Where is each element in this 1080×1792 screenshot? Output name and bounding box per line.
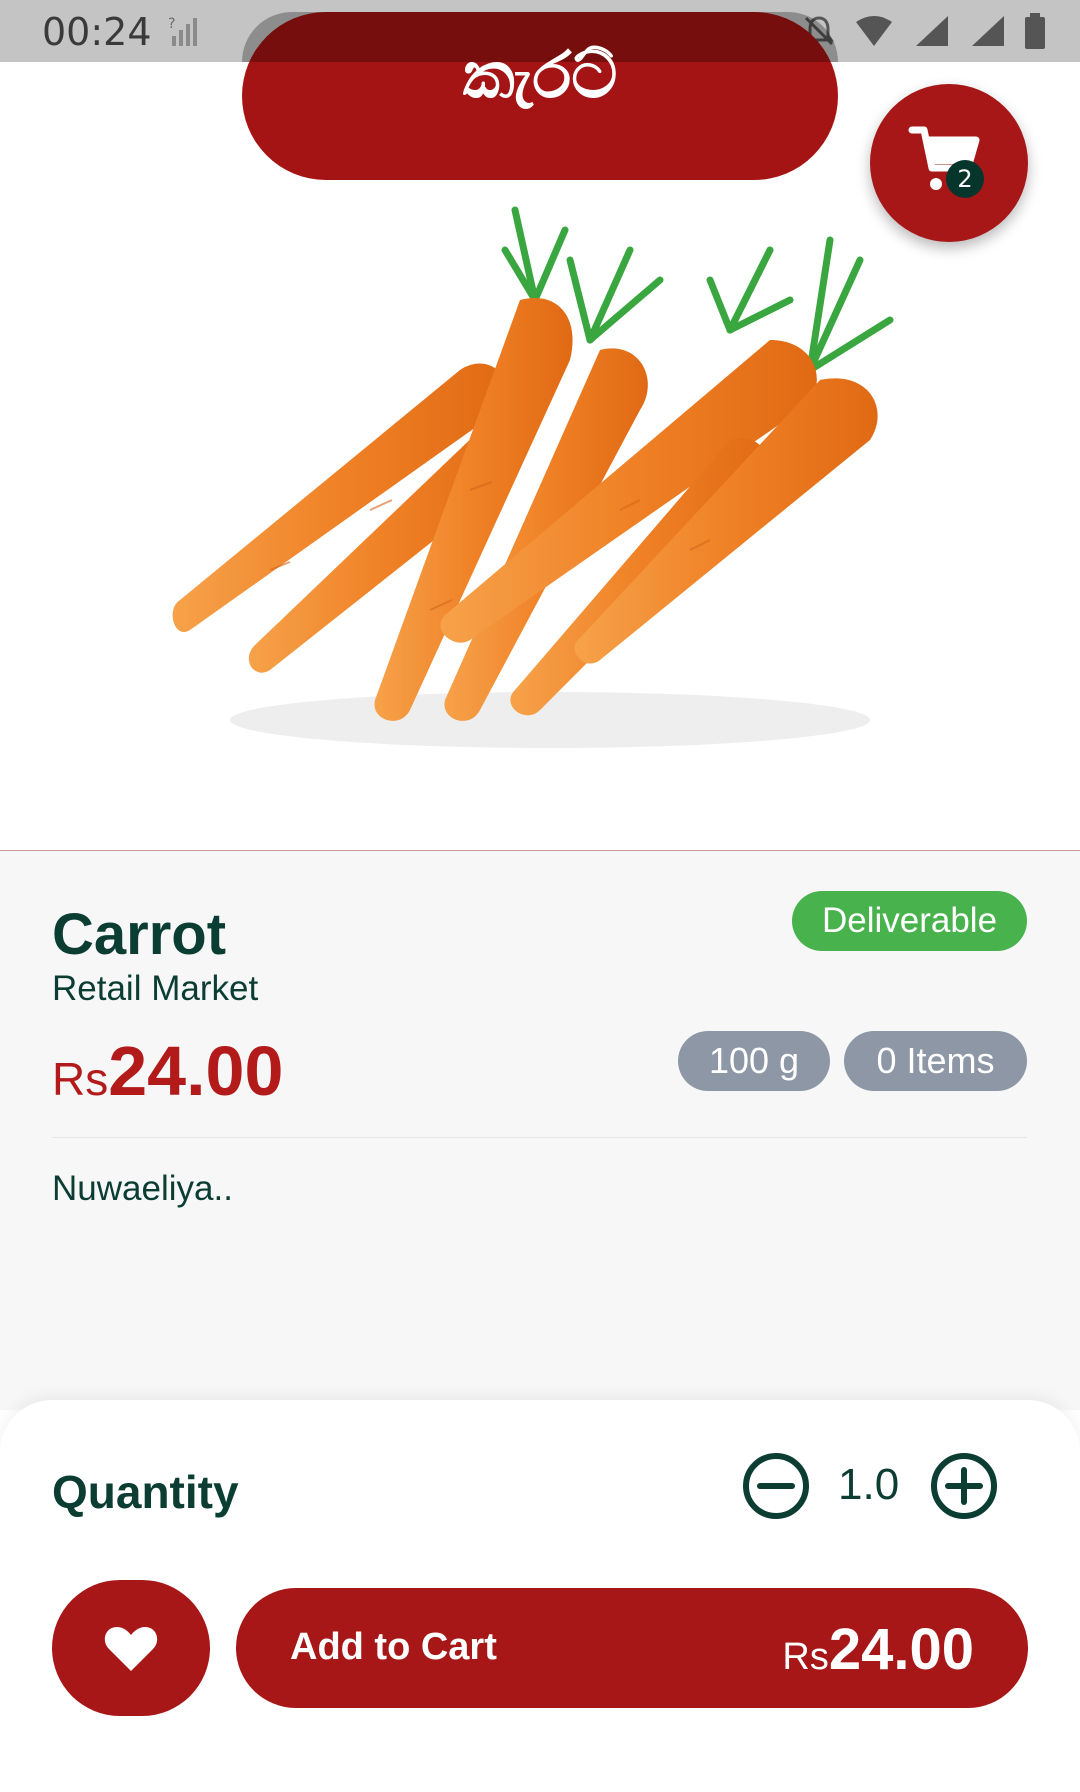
product-market: Retail Market <box>52 969 259 1008</box>
heart-icon <box>104 1627 158 1671</box>
no-sim-signal-icon: ? <box>168 16 197 46</box>
status-icons <box>802 12 1046 50</box>
add-to-cart-total: Rs 24.00 <box>782 1616 974 1683</box>
quantity-value: 1.0 <box>838 1460 900 1509</box>
category-title: කැරට් <box>462 39 618 113</box>
product-details: Carrot Retail Market Deliverable Rs 24.0… <box>0 850 1080 1410</box>
product-name: Carrot <box>52 902 227 967</box>
decrease-quantity-button[interactable] <box>742 1452 810 1520</box>
cart-button[interactable]: 2 <box>870 84 1028 242</box>
cart-count-badge: 2 <box>946 160 984 198</box>
divider <box>52 1137 1027 1138</box>
battery-icon <box>1025 13 1045 49</box>
product-image <box>172 206 894 748</box>
price-currency: Rs <box>52 1053 109 1105</box>
category-title-pill: කැරට් <box>242 12 838 180</box>
increase-quantity-button[interactable] <box>930 1452 998 1520</box>
add-to-cart-button[interactable]: Add to Cart Rs 24.00 <box>236 1588 1028 1708</box>
wifi-icon <box>856 16 892 46</box>
weight-chip: 100 g <box>678 1031 830 1091</box>
price-value: 24.00 <box>108 1032 284 1110</box>
stock-chip: 0 Items <box>844 1031 1027 1091</box>
total-value: 24.00 <box>828 1617 974 1682</box>
product-description: Nuwaeliya.. <box>52 1169 233 1208</box>
favorite-button[interactable] <box>52 1580 210 1716</box>
add-to-cart-label: Add to Cart <box>290 1626 497 1668</box>
cell-signal-icon <box>916 16 948 46</box>
product-detail-screen: 00:24 ? කැරට් 2 Carrot Retail Market Del… <box>0 0 1080 1792</box>
status-time: 00:24 <box>42 10 152 54</box>
product-price: Rs 24.00 <box>52 1031 283 1111</box>
svg-text:?: ? <box>168 16 175 32</box>
cell-signal-2-icon <box>972 16 1004 46</box>
purchase-panel: Quantity 1.0 Add to Cart Rs 24.00 <box>0 1400 1080 1792</box>
quantity-label: Quantity <box>52 1466 239 1518</box>
availability-badge: Deliverable <box>792 891 1027 951</box>
total-currency: Rs <box>782 1636 829 1678</box>
